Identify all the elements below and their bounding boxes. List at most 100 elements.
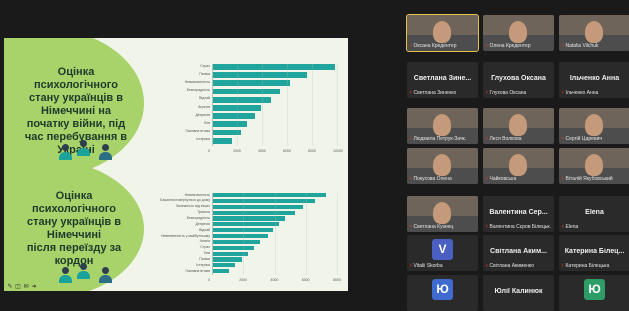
slide-panel-bottom: Оцінка психологічного стану українців в …	[4, 159, 348, 291]
participant-tile[interactable]: V ⚡Vitalii Skorba	[407, 235, 478, 271]
participant-video	[433, 114, 451, 136]
bar-label: Гнів	[203, 120, 210, 125]
participant-tile[interactable]: Ільченко Анна ⚡Ільченко Анна	[559, 62, 629, 98]
bar-label: Відчай	[199, 96, 210, 101]
caption-text: Валентина Сєров Білецьк.	[489, 224, 552, 230]
caption-text: Светлана Зиненко	[413, 90, 457, 96]
bar	[212, 80, 290, 87]
participant-tile[interactable]: Ю	[407, 275, 478, 311]
caption-text: Глухова Оксана	[489, 90, 527, 96]
bottom-heading: Оцінка психологічного стану українців в …	[26, 190, 122, 267]
person-icon	[99, 144, 112, 160]
participant-caption: ⚡Чайковська	[485, 176, 552, 183]
bar-label: Істерика	[196, 262, 210, 267]
mic-muted-icon: ⚡	[409, 263, 413, 269]
gridline	[287, 64, 288, 146]
bar-label: Паніка	[199, 71, 210, 76]
participant-tile[interactable]: Валентина Сер... ⚡Валентина Сєров Білецьк…	[483, 196, 554, 232]
slide-panel-top: Оцінка психологічного стану українців в …	[4, 38, 348, 178]
participant-caption: ⚡Оксана Кредентер	[409, 43, 476, 50]
participant-name: Светлана Зине...	[413, 75, 472, 82]
participant-caption: ⚡Глухова Оксана	[485, 90, 552, 97]
shared-presentation-slide: Оцінка психологічного стану українців в …	[4, 38, 348, 291]
participant-video	[585, 154, 603, 176]
gridline	[237, 64, 238, 146]
bar-label: Невизначеність	[184, 192, 210, 197]
bar	[212, 263, 236, 268]
caption-text: Ільченко Анна	[565, 90, 599, 96]
participant-caption: ⚡Людмила Петрук-Зачк.	[409, 136, 476, 143]
gridline	[305, 193, 307, 275]
mic-muted-icon: ⚡	[561, 136, 565, 142]
mic-muted-icon: ⚡	[409, 90, 413, 96]
mic-muted-icon: ⚡	[561, 43, 565, 49]
gridline	[212, 64, 213, 146]
participant-tile[interactable]: ⚡Олена Кредентер	[483, 15, 554, 51]
participant-video	[433, 21, 451, 43]
mic-muted-icon: ⚡	[561, 176, 565, 182]
participant-caption: ⚡Светлана Зиненко	[409, 90, 476, 97]
bar	[212, 269, 230, 274]
avatar: Ю	[584, 279, 605, 300]
participant-tile[interactable]: ⚡Віталій Якубовський	[559, 148, 629, 184]
participant-tile[interactable]: Глухова Оксана ⚡Глухова Оксана	[483, 62, 554, 98]
caption-text: Natalia Vilchuk	[565, 43, 599, 49]
bar	[212, 198, 316, 203]
participant-tile[interactable]: Elena ⚡Elena	[559, 196, 629, 232]
axis-tick-label: 6000	[301, 278, 310, 282]
mic-muted-icon: ⚡	[561, 224, 565, 230]
participant-video	[509, 114, 527, 136]
participant-name: Ільченко Анна	[569, 75, 620, 82]
gridline	[262, 64, 263, 146]
bar-label: Апатія	[199, 239, 210, 244]
pen-icon[interactable]: ✎	[6, 283, 14, 290]
participant-video	[433, 154, 451, 176]
bar-label: Паніка	[199, 256, 210, 261]
person-icon	[99, 267, 112, 283]
participant-tile[interactable]: Юлії Калинюк	[483, 275, 554, 311]
eraser-icon[interactable]: ◫	[14, 283, 22, 290]
participant-tile[interactable]: ⚡Оксана Кредентер	[406, 14, 479, 52]
participant-tile[interactable]: Катерина Білец... ⚡Катерина Білецька	[559, 235, 629, 271]
gridline	[312, 64, 313, 146]
participant-tile[interactable]: Светлана Зине... ⚡Светлана Зиненко	[407, 62, 478, 98]
bar	[212, 204, 303, 209]
caption-text: Светлана Кузнец	[413, 224, 454, 230]
person-icon	[77, 140, 90, 156]
participant-tile[interactable]: ⚡Светлана Кузнец	[407, 196, 478, 232]
participant-name: Глухова Оксана	[491, 75, 546, 82]
gridline	[337, 193, 338, 275]
bar	[212, 121, 247, 128]
participant-tile[interactable]: ⚡Сергій Царевич	[559, 108, 629, 144]
participant-video	[509, 21, 527, 43]
participant-name: Катерина Білец...	[564, 248, 625, 255]
mail-icon[interactable]: ✉	[22, 283, 30, 290]
bar-label: Страх	[200, 63, 210, 68]
bar	[212, 245, 255, 250]
participant-tile[interactable]: Ю	[559, 275, 629, 311]
participant-tile[interactable]: ⚡Леся Волкова	[483, 108, 554, 144]
caption-text: Віталій Якубовський	[565, 176, 613, 182]
bar-label: Невпевненість у майбутньому	[161, 233, 210, 238]
bar	[212, 88, 280, 95]
next-icon[interactable]: ➜	[30, 283, 38, 290]
top-heading: Оцінка психологічного стану українців в …	[24, 66, 128, 156]
mic-muted-icon: ⚡	[485, 136, 489, 142]
participant-tile[interactable]: Світлана Аким... ⚡Світлана Акименко	[483, 235, 554, 271]
caption-text: Оксана Кредентер	[413, 43, 457, 49]
participant-video	[585, 114, 603, 136]
bar-label: Пасивна втома	[185, 268, 210, 273]
bar-label: Пасивна втома	[185, 129, 210, 134]
participant-tile[interactable]: ⚡Чайковська	[483, 148, 554, 184]
bar	[212, 193, 327, 198]
bar	[212, 113, 255, 119]
bar-label: Невизначеність	[184, 79, 210, 84]
bar-label: Безпорадність	[186, 88, 210, 93]
bar-label: Залежність від інших	[175, 204, 210, 209]
conference-window: Оцінка психологічного стану українців в …	[0, 0, 629, 311]
participant-tile[interactable]: ⚡Покусова Олена	[407, 148, 478, 184]
participant-tile[interactable]: ⚡Людмила Петрук-Зачк.	[407, 108, 478, 144]
mic-muted-icon: ⚡	[409, 176, 413, 182]
participant-tile[interactable]: ⚡Natalia Vilchuk	[559, 15, 629, 51]
caption-text: Vitalii Skorba	[413, 263, 443, 269]
